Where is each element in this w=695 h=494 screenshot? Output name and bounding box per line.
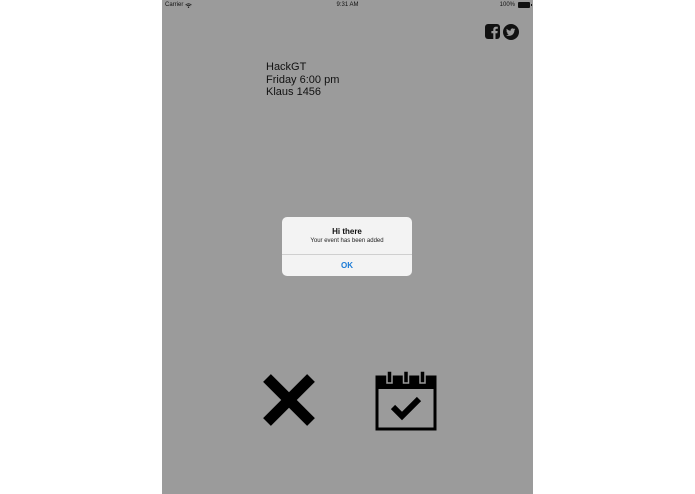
alert-title: Hi there <box>332 227 362 236</box>
alert-ok-button[interactable]: OK <box>282 255 412 276</box>
alert-overlay: Hi there Your event has been added OK <box>162 0 533 494</box>
app-screen: Carrier 9:31 AM 100% HackGT Friday 6:00 … <box>162 0 533 494</box>
alert-message: Your event has been added <box>310 238 384 244</box>
alert-dialog: Hi there Your event has been added OK <box>282 217 412 276</box>
